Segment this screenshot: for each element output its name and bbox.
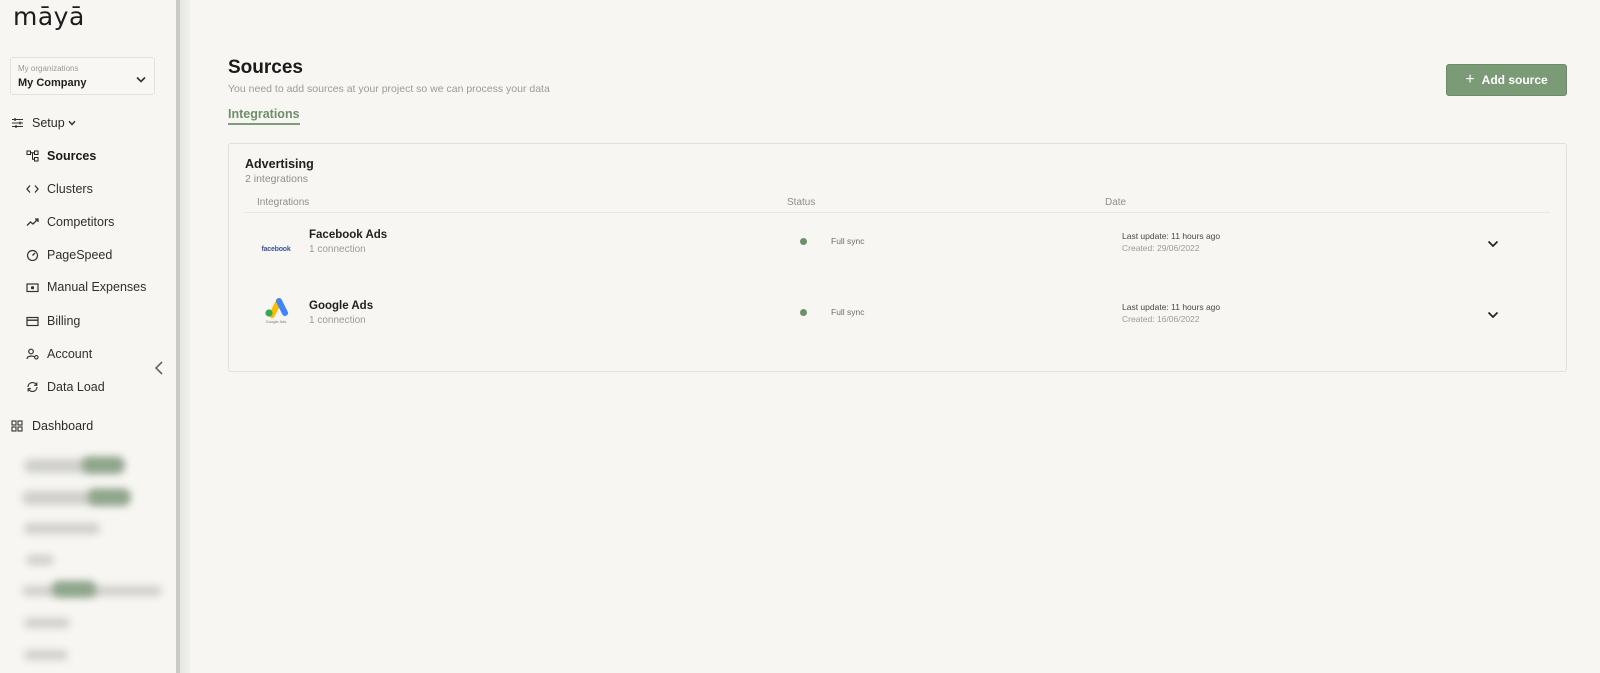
- nav-group-setup[interactable]: Setup: [10, 116, 76, 130]
- sidebar-item-account[interactable]: Account: [25, 347, 92, 361]
- add-source-button[interactable]: + Add source: [1446, 64, 1567, 96]
- card-subtitle: 2 integrations: [245, 173, 309, 185]
- google-ads-logo-text: Google Ads: [265, 319, 287, 324]
- gauge-icon: [25, 248, 39, 262]
- expand-row-chevron-icon[interactable]: [1487, 235, 1499, 253]
- column-header-date: Date: [1105, 197, 1127, 208]
- redacted-item: [24, 650, 68, 660]
- connection-count: 1 connection: [309, 315, 366, 326]
- advertising-card: Advertising 2 integrations Integrations …: [228, 143, 1567, 372]
- google-ads-logo: Google Ads: [262, 292, 290, 328]
- sidebar-item-label: Competitors: [47, 215, 115, 229]
- nav-group-setup-label: Setup: [32, 116, 65, 130]
- header-divider: [245, 212, 1550, 213]
- connection-count: 1 connection: [309, 244, 366, 255]
- card-title: Advertising: [245, 157, 314, 171]
- chevron-down-icon: [136, 70, 146, 88]
- table-row-google-ads[interactable]: Google Ads Google Ads 1 connection Full …: [245, 298, 1550, 358]
- cash-icon: [25, 280, 39, 294]
- code-icon: [25, 182, 39, 196]
- column-header-integrations: Integrations: [257, 197, 310, 208]
- redacted-item: [82, 457, 124, 473]
- created-date: Created: 16/06/2022: [1122, 314, 1200, 324]
- chevron-down-icon: [68, 120, 76, 126]
- created-date: Created: 29/06/2022: [1122, 243, 1200, 253]
- sidebar-item-competitors[interactable]: Competitors: [25, 215, 114, 229]
- card-icon: [25, 314, 39, 328]
- user-gear-icon: [25, 347, 39, 361]
- expand-row-chevron-icon[interactable]: [1487, 306, 1499, 324]
- status-dot: [800, 309, 807, 316]
- sidebar-item-data-load[interactable]: Data Load: [25, 380, 105, 394]
- trend-icon: [25, 215, 39, 229]
- column-header-status: Status: [787, 197, 816, 208]
- sidebar-item-label: Data Load: [47, 380, 105, 394]
- sidebar-item-sources[interactable]: Sources: [25, 149, 96, 163]
- sources-icon: [25, 149, 39, 163]
- org-name: My Company: [18, 77, 87, 89]
- sidebar-item-manual-expenses[interactable]: Manual Expenses: [25, 280, 146, 294]
- sidebar-item-label: PageSpeed: [47, 248, 113, 262]
- nav-group-dashboard-label: Dashboard: [32, 419, 94, 433]
- sidebar-item-billing[interactable]: Billing: [25, 314, 80, 328]
- org-caption: My organizations: [18, 64, 79, 73]
- sidebar-divider: [176, 0, 190, 673]
- facebook-logo-text: facebook: [261, 245, 291, 253]
- status-text: Full sync: [831, 307, 865, 317]
- sliders-icon: [10, 116, 24, 130]
- last-update: Last update: 11 hours ago: [1122, 302, 1221, 312]
- page-title: Sources: [228, 57, 303, 78]
- redacted-item: [26, 555, 54, 565]
- sidebar: māyā My organizations My Company Setup S…: [0, 0, 176, 673]
- table-row-facebook-ads[interactable]: facebook Facebook Ads 1 connection Full …: [245, 227, 1550, 287]
- facebook-logo: facebook: [261, 231, 291, 267]
- sidebar-item-label: Sources: [47, 149, 97, 163]
- add-source-label: Add source: [1481, 73, 1548, 87]
- dashboard-grid-icon: [10, 419, 24, 433]
- maya-logo[interactable]: māyā: [13, 2, 85, 31]
- sync-icon: [25, 380, 39, 394]
- plus-icon: +: [1465, 71, 1475, 88]
- last-update: Last update: 11 hours ago: [1122, 231, 1221, 241]
- sidebar-item-label: Account: [47, 347, 93, 361]
- collapse-sidebar-button[interactable]: [154, 360, 164, 381]
- organization-select[interactable]: My organizations My Company: [10, 57, 155, 95]
- sidebar-item-label: Clusters: [47, 182, 93, 196]
- tab-integrations[interactable]: Integrations: [228, 107, 300, 125]
- redacted-item: [52, 581, 96, 597]
- page-subtitle: You need to add sources at your project …: [228, 83, 550, 95]
- nav-group-dashboard[interactable]: Dashboard: [10, 419, 93, 433]
- sidebar-item-label: Manual Expenses: [47, 280, 147, 294]
- integration-name: Facebook Ads: [309, 229, 388, 241]
- sidebar-item-label: Billing: [47, 314, 81, 328]
- sidebar-item-pagespeed[interactable]: PageSpeed: [25, 248, 112, 262]
- sidebar-item-clusters[interactable]: Clusters: [25, 182, 93, 196]
- status-dot: [800, 238, 807, 245]
- integration-name: Google Ads: [309, 300, 374, 312]
- redacted-item: [24, 523, 100, 534]
- redacted-item: [24, 618, 70, 628]
- status-text: Full sync: [831, 236, 865, 246]
- redacted-item: [88, 489, 130, 505]
